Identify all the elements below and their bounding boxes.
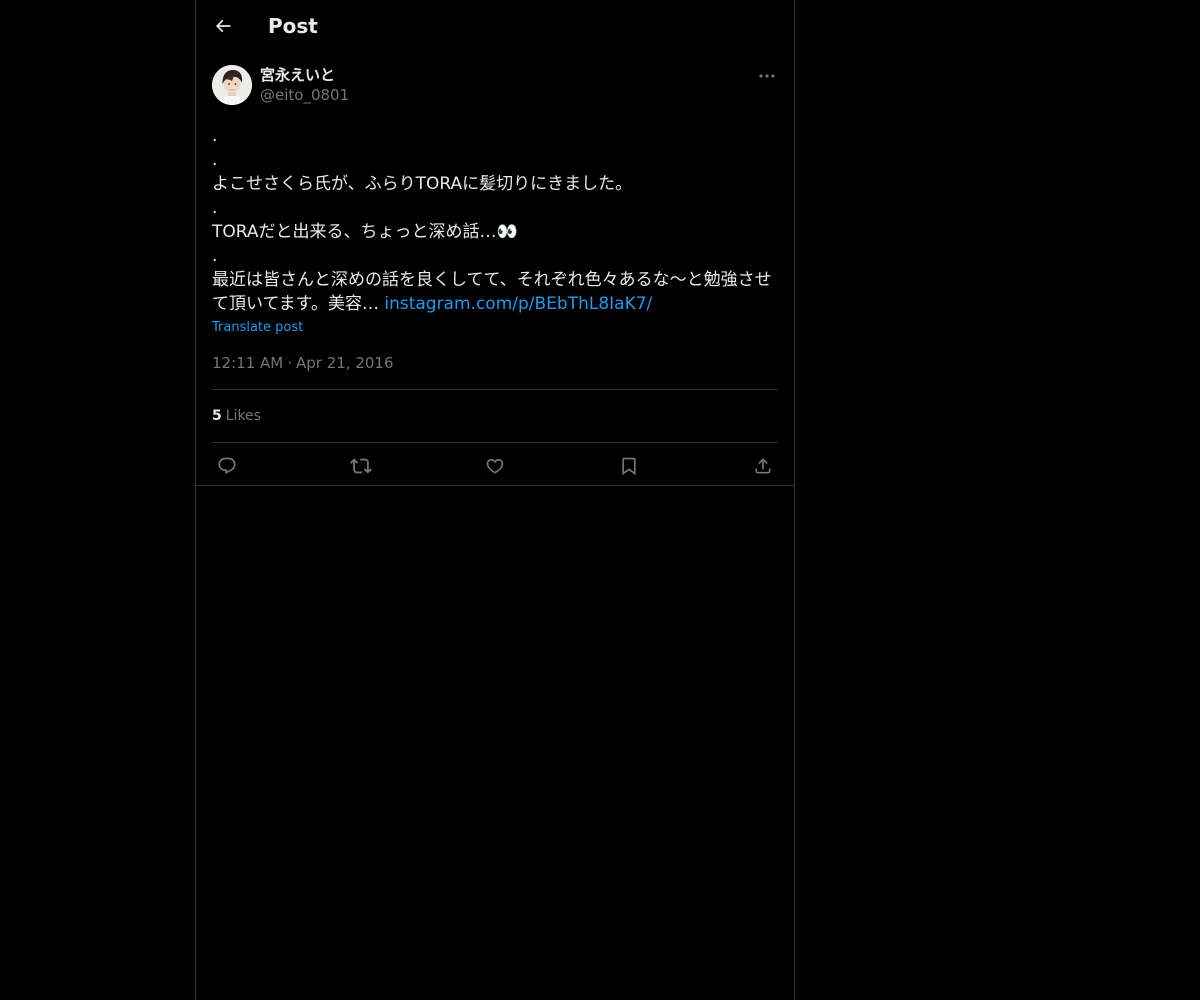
- post-time[interactable]: 12:11 AM: [212, 354, 283, 372]
- text-line: よこせさくら氏が、ふらりTORAに髪切りにきました。: [212, 174, 633, 194]
- author-row: 宮永えいと @eito_0801: [212, 64, 778, 106]
- user-avatar: [212, 65, 252, 105]
- page-header: Post: [196, 0, 794, 53]
- arrow-left-icon: [213, 16, 233, 36]
- text-line: .: [212, 246, 218, 266]
- text-line: .: [212, 198, 218, 218]
- share-button[interactable]: [752, 455, 774, 477]
- bookmark-icon: [619, 456, 639, 476]
- post-text: . . よこせさくら氏が、ふらりTORAに髪切りにきました。 . TORAだと出…: [212, 124, 778, 316]
- text-line: 最近は皆さんと深めの話を良くしてて、それぞれ色々あるな〜と勉強させ: [212, 270, 772, 290]
- post-timestamp: 12:11 AM · Apr 21, 2016: [212, 353, 778, 373]
- repost-button[interactable]: [350, 455, 372, 477]
- instagram-link[interactable]: instagram.com/p/BEbThL8IaK7/: [384, 294, 652, 314]
- like-button[interactable]: [484, 455, 506, 477]
- reply-icon: [217, 456, 237, 476]
- repost-icon: [350, 455, 372, 477]
- translate-post-link[interactable]: Translate post: [212, 318, 303, 338]
- post: 宮永えいと @eito_0801 . . よこせさくら氏が、ふらりTORAに髪切…: [212, 64, 778, 490]
- avatar[interactable]: [212, 65, 252, 105]
- author-name[interactable]: 宮永えいと: [260, 65, 335, 85]
- back-button[interactable]: [206, 9, 240, 43]
- author-handle[interactable]: @eito_0801: [260, 85, 349, 105]
- bookmark-button[interactable]: [618, 455, 640, 477]
- action-bar: [212, 443, 778, 490]
- text-line: .: [212, 126, 218, 146]
- reply-button[interactable]: [216, 455, 238, 477]
- share-icon: [753, 456, 773, 476]
- likes-stat[interactable]: 5 Likes: [212, 390, 778, 442]
- likes-label: Likes: [225, 408, 261, 424]
- page-title: Post: [268, 14, 318, 38]
- more-horizontal-icon: [759, 74, 775, 78]
- post-date[interactable]: Apr 21, 2016: [296, 354, 394, 372]
- text-line: て頂いてます。美容… instagram.com/p/BEbThL8IaK7/: [212, 292, 778, 316]
- main-column: Post 宮永えいと @eito_0801 . . よこせさくら氏が、ふらりTO…: [195, 0, 795, 1000]
- more-options-button[interactable]: [756, 66, 778, 86]
- text-line: .: [212, 150, 218, 170]
- heart-icon: [485, 456, 505, 476]
- divider: [196, 485, 794, 486]
- meta-separator: ·: [287, 354, 292, 372]
- text-line: TORAだと出来る、ちょっと深め話…👀: [212, 222, 518, 242]
- likes-count: 5: [212, 408, 222, 424]
- text-fragment: て頂いてます。美容…: [212, 294, 385, 314]
